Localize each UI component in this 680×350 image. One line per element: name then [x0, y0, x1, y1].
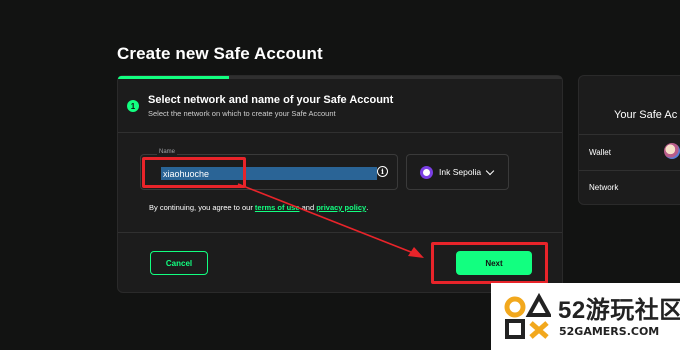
name-field-label: Name [157, 149, 178, 155]
step-subtitle: Select the network on which to create yo… [148, 109, 336, 118]
divider [579, 170, 680, 171]
terms-prefix: By continuing, you agree to our [149, 203, 255, 212]
terms-suffix: . [366, 203, 369, 212]
network-label: Network [589, 183, 619, 192]
watermark-subtitle: 52GAMERS.COM [559, 325, 660, 338]
divider [118, 132, 562, 133]
highlight-box-next [431, 242, 548, 284]
side-panel: Your Safe Ac Wallet Network [578, 75, 680, 205]
watermark-logo-icon [504, 293, 551, 339]
progress-bar [118, 76, 562, 79]
step-number-badge: 1 [127, 100, 139, 112]
wallet-avatar [664, 143, 680, 159]
watermark: 52游玩社区 52GAMERS.COM [491, 283, 680, 350]
wallet-label: Wallet [589, 148, 611, 157]
highlight-box-name [142, 157, 246, 188]
divider [118, 232, 562, 233]
network-select-value: Ink Sepolia [439, 167, 482, 177]
ink-network-icon [420, 166, 433, 179]
terms-middle: and [299, 203, 317, 212]
chevron-down-icon [485, 166, 495, 176]
divider [579, 134, 680, 135]
cancel-button[interactable]: Cancel [150, 251, 208, 275]
info-icon[interactable]: i [377, 166, 388, 177]
side-panel-title: Your Safe Ac [614, 109, 678, 121]
terms-of-use-link[interactable]: terms of use [255, 203, 300, 212]
page-title: Create new Safe Account [117, 44, 323, 63]
progress-bar-fill [118, 76, 229, 79]
step-title: Select network and name of your Safe Acc… [148, 94, 394, 106]
privacy-policy-link[interactable]: privacy policy [316, 203, 366, 212]
network-select[interactable]: Ink Sepolia [406, 154, 509, 190]
watermark-title: 52游玩社区 [558, 297, 680, 324]
terms-text: By continuing, you agree to our terms of… [149, 203, 368, 212]
